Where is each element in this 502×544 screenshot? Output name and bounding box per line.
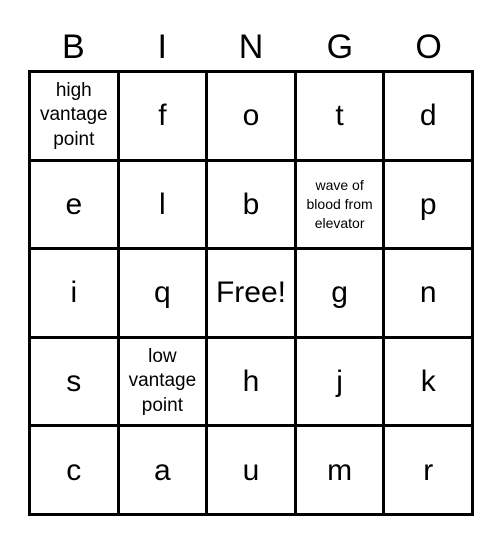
bingo-cell: u	[208, 427, 294, 513]
bingo-cell: a	[119, 427, 206, 513]
header-letter: O	[415, 28, 442, 66]
bingo-grid: high vantage point f o t d e l b wave of blood f…	[28, 70, 474, 516]
bingo-cell: r	[385, 427, 471, 513]
bingo-cell: c	[31, 427, 117, 513]
bingo-cell: wave of blood from elevator	[296, 161, 383, 248]
free-space-cell: Free!	[208, 250, 294, 336]
bingo-cell: d	[385, 73, 471, 159]
header-letter: G	[326, 28, 354, 66]
bingo-cell: o	[208, 73, 294, 159]
bingo-cell: l	[119, 161, 206, 248]
bingo-cell: i	[31, 250, 117, 336]
bingo-cell: f	[119, 73, 206, 159]
bingo-cell: high vantage point	[31, 73, 117, 159]
bingo-cell: m	[296, 427, 383, 513]
bingo-cell: t	[296, 73, 383, 159]
bingo-cell: n	[385, 250, 471, 336]
bingo-cell: h	[208, 338, 294, 425]
bingo-cell: e	[31, 161, 117, 248]
bingo-header: BINGO	[29, 22, 473, 72]
header-letter: B	[62, 28, 85, 66]
bingo-cell: k	[385, 338, 471, 425]
bingo-cell: p	[385, 161, 471, 248]
bingo-cell: q	[119, 250, 206, 336]
header-letter: I	[157, 28, 167, 66]
bingo-cell: j	[296, 338, 383, 425]
bingo-cell: b	[208, 161, 294, 248]
bingo-cell: s	[31, 338, 117, 425]
bingo-cell: g	[296, 250, 383, 336]
bingo-cell: low vantage point	[119, 338, 206, 425]
header-letter: N	[238, 28, 264, 66]
